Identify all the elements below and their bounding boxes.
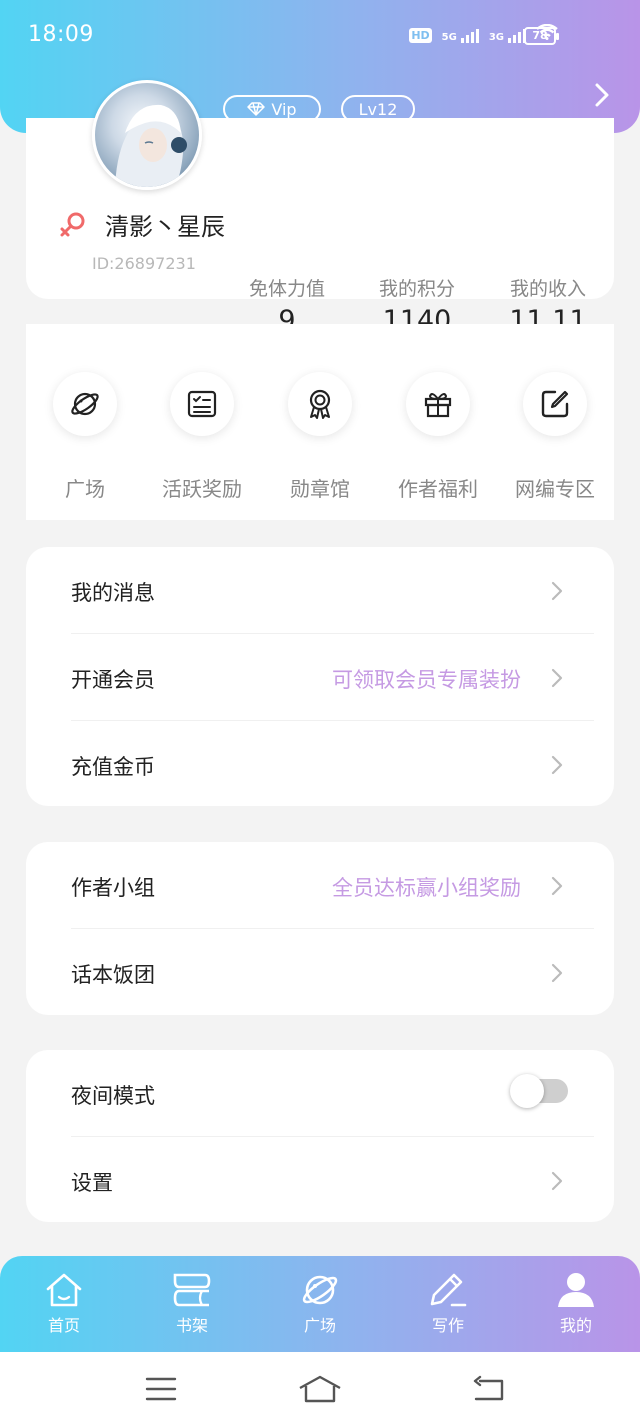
avatar-portrait	[115, 104, 187, 187]
level-badge[interactable]: Lv12	[341, 95, 415, 123]
stat-label: 我的积分	[378, 278, 455, 300]
menu-card-preferences: 夜间模式 设置	[26, 1050, 614, 1222]
shortcut-plaza[interactable]: 广场	[26, 372, 144, 502]
home-icon	[46, 1273, 82, 1307]
system-navigation-bar	[0, 1352, 640, 1427]
menu-row-night-mode: 夜间模式	[26, 1050, 614, 1137]
bookshelf-icon	[173, 1273, 211, 1307]
row-hint: 全员达标赢小组奖励	[332, 876, 521, 900]
shortcut-editor-zone[interactable]: 网编专区	[496, 372, 614, 502]
row-label: 设置	[71, 1171, 113, 1195]
tab-label: 广场	[303, 1316, 336, 1335]
back-icon[interactable]	[472, 1374, 506, 1404]
stat-label: 我的收入	[509, 278, 586, 300]
shortcut-author-benefits[interactable]: 作者福利	[379, 372, 497, 502]
row-label: 作者小组	[71, 876, 155, 900]
row-label: 夜间模式	[71, 1084, 155, 1108]
chevron-right-icon	[551, 1171, 563, 1191]
pen-icon	[430, 1273, 467, 1307]
row-hint: 可领取会员专属装扮	[332, 668, 521, 692]
tab-label: 写作	[431, 1316, 464, 1335]
row-label: 充值金币	[71, 755, 155, 779]
status-bar: 18:09 HD 5G 3G 78	[0, 0, 640, 70]
status-time: 18:09	[28, 22, 94, 47]
diamond-icon	[247, 102, 266, 116]
signal-5g-icon: 5G	[442, 29, 479, 43]
menu-icon[interactable]	[145, 1374, 177, 1404]
menu-card-account: 我的消息 开通会员 可领取会员专属装扮 充值金币	[26, 547, 614, 806]
menu-row-author-group[interactable]: 作者小组 全员达标赢小组奖励	[26, 842, 614, 929]
female-icon	[60, 212, 85, 237]
tab-home[interactable]: 首页	[0, 1272, 128, 1336]
chevron-right-icon	[551, 755, 563, 775]
tab-label: 首页	[47, 1316, 80, 1335]
chevron-right-icon[interactable]	[594, 82, 610, 108]
shortcut-label: 勋章馆	[290, 477, 350, 501]
chevron-right-icon	[551, 581, 563, 601]
menu-card-community: 作者小组 全员达标赢小组奖励 话本饭团	[26, 842, 614, 1015]
tab-label: 书架	[175, 1316, 208, 1335]
chevron-right-icon	[551, 876, 563, 896]
menu-row-messages[interactable]: 我的消息	[26, 547, 614, 634]
vip-label: Vip	[271, 99, 297, 119]
planet-icon	[53, 372, 117, 436]
stat-label: 免体力值	[248, 278, 325, 300]
battery-icon: 78	[524, 27, 559, 45]
bottom-tab-bar: 首页 书架 广场 写作 我的	[0, 1256, 640, 1352]
shortcut-label: 作者福利	[398, 477, 478, 501]
chevron-right-icon	[551, 668, 563, 688]
checklist-icon	[170, 372, 234, 436]
level-label: Lv12	[358, 99, 398, 119]
user-icon	[558, 1273, 594, 1307]
medal-icon	[288, 372, 352, 436]
row-label: 话本饭团	[71, 963, 155, 987]
planet-icon	[302, 1275, 338, 1305]
tab-mine[interactable]: 我的	[512, 1272, 640, 1336]
shortcut-label: 网编专区	[515, 477, 595, 501]
menu-row-recharge[interactable]: 充值金币	[26, 721, 614, 808]
tab-plaza[interactable]: 广场	[256, 1272, 384, 1336]
tab-label: 我的	[559, 1316, 592, 1335]
avatar[interactable]	[92, 80, 202, 190]
edit-icon	[523, 372, 587, 436]
chevron-right-icon	[551, 963, 563, 983]
row-label: 我的消息	[71, 581, 155, 605]
night-mode-toggle[interactable]	[510, 1074, 568, 1108]
shortcut-label: 广场	[65, 477, 105, 501]
tab-write[interactable]: 写作	[384, 1272, 512, 1336]
tab-bookshelf[interactable]: 书架	[128, 1272, 256, 1336]
shortcut-label: 活跃奖励	[162, 477, 242, 501]
menu-row-settings[interactable]: 设置	[26, 1137, 614, 1224]
menu-row-membership[interactable]: 开通会员 可领取会员专属装扮	[26, 634, 614, 721]
hd-icon: HD	[409, 28, 432, 43]
menu-row-fan-club[interactable]: 话本饭团	[26, 929, 614, 1016]
home-nav-icon[interactable]	[298, 1374, 342, 1404]
user-id: ID:26897231	[92, 254, 196, 273]
shortcuts-panel: 广场 活跃奖励 勋章馆 作者福利 网编专区	[26, 324, 614, 520]
gift-icon	[406, 372, 470, 436]
shortcut-activity-reward[interactable]: 活跃奖励	[143, 372, 261, 502]
row-label: 开通会员	[71, 668, 155, 692]
signal-3g-icon: 3G	[489, 29, 526, 43]
vip-badge[interactable]: Vip	[223, 95, 321, 123]
shortcut-medals[interactable]: 勋章馆	[261, 372, 379, 502]
username: 清影丶星辰	[105, 213, 225, 241]
toggle-knob	[510, 1074, 544, 1108]
